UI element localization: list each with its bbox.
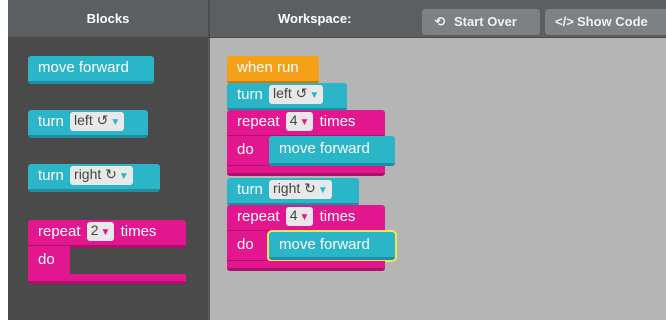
repeat-count-dropdown[interactable]: 4 ▼ [285, 112, 314, 131]
repeat-header: repeat 4 ▼ times [227, 110, 385, 138]
workspace-turn-right-block[interactable]: turn right ↻ ▼ [227, 178, 359, 206]
repeat-header: repeat 2 ▼ times [28, 220, 186, 248]
header-bar: Blocks Workspace: ⟲ Start Over </> Show Co… [8, 0, 666, 38]
repeat-count-dropdown[interactable]: 2 ▼ [86, 222, 115, 241]
dropdown-arrow-icon: ▼ [110, 117, 121, 128]
when-run-block[interactable]: when run [227, 56, 319, 84]
direction-dropdown[interactable]: right ↻ ▼ [269, 180, 332, 199]
header-divider [208, 0, 210, 38]
show-code-label: Show Code [577, 14, 648, 29]
dropdown-arrow-icon: ▼ [118, 171, 129, 182]
repeat-header: repeat 4 ▼ times [227, 205, 385, 233]
dropdown-arrow-icon: ▼ [317, 185, 328, 196]
app-frame: Blocks Workspace: ⟲ Start Over </> Show Co… [8, 0, 666, 320]
code-icon: </> [555, 14, 574, 29]
repeat-footer [227, 166, 385, 176]
workspace-title: Workspace: [278, 11, 352, 26]
move-forward-label: move forward [38, 59, 129, 76]
direction-dropdown[interactable]: right ↻ ▼ [70, 166, 133, 185]
start-over-button[interactable]: ⟲ Start Over [422, 9, 540, 35]
repeat-count-dropdown[interactable]: 4 ▼ [285, 207, 314, 226]
repeat-footer [227, 261, 385, 271]
workspace[interactable]: when run turn left ↺ ▼ repeat 4 ▼ times do… [210, 38, 666, 320]
dropdown-arrow-icon: ▼ [100, 227, 111, 238]
dropdown-arrow-icon: ▼ [299, 117, 310, 128]
dropdown-arrow-icon: ▼ [309, 90, 320, 101]
toolbox-turn-right-block[interactable]: turn right ↻ ▼ [28, 164, 160, 192]
repeat-do-arm: do [227, 231, 271, 263]
repeat-footer [28, 274, 186, 284]
direction-dropdown[interactable]: left ↺ ▼ [269, 85, 324, 104]
repeat-do-arm: do [227, 136, 271, 168]
inner-move-forward-block[interactable]: move forward [269, 136, 395, 166]
turn-label: turn [38, 113, 64, 130]
toolbox: move forward turn left ↺ ▼ turn right ↻ ▼ … [8, 38, 208, 320]
toolbox-turn-left-block[interactable]: turn left ↺ ▼ [28, 110, 148, 138]
turn-label: turn [38, 167, 64, 184]
direction-dropdown[interactable]: left ↺ ▼ [70, 112, 125, 131]
inner-move-forward-block-selected[interactable]: move forward [269, 232, 395, 260]
blocks-title: Blocks [86, 11, 130, 26]
workspace-turn-left-block[interactable]: turn left ↺ ▼ [227, 83, 347, 111]
start-over-label: Start Over [454, 14, 517, 29]
reset-icon: ⟲ [434, 14, 446, 29]
toolbox-move-forward-block[interactable]: move forward [28, 56, 154, 84]
dropdown-arrow-icon: ▼ [299, 212, 310, 223]
show-code-button[interactable]: </> Show Code [545, 9, 666, 35]
